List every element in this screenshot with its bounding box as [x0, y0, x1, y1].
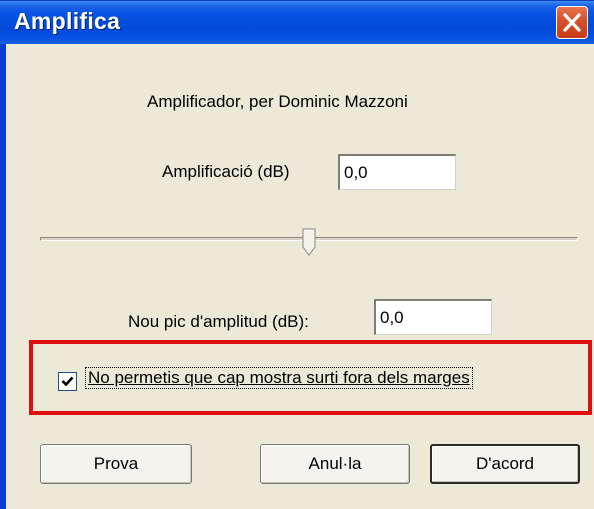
no-clipping-label[interactable]: No permetis que cap mostra surti fora de…: [85, 367, 473, 389]
amplification-label: Amplificació (dB): [162, 162, 290, 181]
amplification-input[interactable]: [338, 154, 456, 190]
close-button[interactable]: [556, 6, 588, 39]
close-icon: [563, 13, 581, 32]
title-bar[interactable]: Amplifica: [0, 0, 594, 44]
dialog-subtitle: Amplificador, per Dominic Mazzoni: [147, 92, 408, 111]
ok-button[interactable]: D'acord: [430, 444, 580, 484]
new-peak-input[interactable]: [374, 299, 492, 335]
checkmark-icon: [61, 376, 74, 387]
no-clipping-checkbox[interactable]: [58, 372, 77, 391]
cancel-button[interactable]: Anul·la: [260, 444, 410, 484]
preview-button[interactable]: Prova: [40, 444, 192, 484]
window-frame-left: [0, 44, 6, 509]
window-title: Amplifica: [14, 8, 121, 34]
amplify-dialog: Amplifica Amplificador, per Dominic Mazz…: [0, 0, 594, 509]
amplification-slider-thumb[interactable]: [302, 228, 316, 256]
new-peak-label: Nou pic d'amplitud (dB):: [128, 312, 309, 331]
